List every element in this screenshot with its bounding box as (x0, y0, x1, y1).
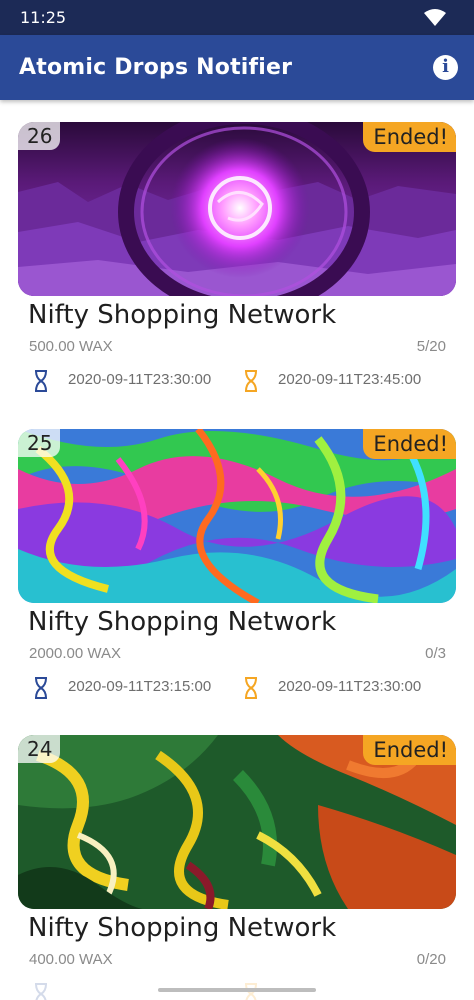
drop-title: Nifty Shopping Network (28, 913, 337, 943)
hourglass-start-icon (35, 370, 47, 392)
drop-number: 25 (18, 429, 61, 457)
drop-price: 2000.00 WAX (29, 645, 121, 662)
drop-image: 24 Ended! (18, 735, 456, 909)
info-button[interactable]: i (433, 55, 458, 80)
drop-time-row: 2020-09-11T23:30:00 2020-09-11T23:45:00 (0, 368, 474, 392)
drop-title: Nifty Shopping Network (28, 300, 337, 330)
drop-number: 26 (18, 122, 61, 150)
drop-claimed-count: 5/20 (416, 338, 446, 355)
drop-image: 26 Ended! (18, 122, 456, 296)
drop-number: 24 (18, 735, 61, 763)
drop-end-time: 2020-09-11T23:30:00 (278, 678, 422, 695)
drop-start-time: 2020-09-11T23:30:00 (68, 371, 212, 388)
hourglass-start-icon (35, 677, 47, 699)
hourglass-end-icon (245, 370, 257, 392)
status-badge: Ended! (363, 429, 456, 459)
drop-price: 500.00 WAX (29, 338, 113, 355)
drop-time-row: 2020-09-11T23:15:00 2020-09-11T23:30:00 (0, 675, 474, 699)
drop-end-time: 2020-09-11T23:45:00 (278, 371, 422, 388)
app-bar: Atomic Drops Notifier i (0, 35, 474, 100)
drop-card[interactable]: 25 Ended! Nifty Shopping Network 2000.00… (0, 407, 474, 713)
drop-card[interactable]: 26 Ended! Nifty Shopping Network 500.00 … (0, 100, 474, 406)
status-badge: Ended! (363, 122, 456, 152)
drop-image: 25 Ended! (18, 429, 456, 603)
status-bar: 11:25 (0, 0, 474, 35)
hourglass-end-icon (245, 677, 257, 699)
drop-title: Nifty Shopping Network (28, 607, 337, 637)
drop-price: 400.00 WAX (29, 951, 113, 968)
drops-list[interactable]: 26 Ended! Nifty Shopping Network 500.00 … (0, 100, 474, 1000)
wifi-icon (424, 9, 446, 26)
status-time: 11:25 (20, 8, 67, 27)
drop-card[interactable]: 24 Ended! Nifty Shopping Network 400.00 … (0, 713, 474, 1000)
drop-start-time: 2020-09-11T23:15:00 (68, 678, 212, 695)
app-title: Atomic Drops Notifier (19, 55, 293, 80)
info-icon: i (442, 56, 449, 77)
home-gesture-handle[interactable] (158, 988, 316, 992)
drop-claimed-count: 0/3 (425, 645, 446, 662)
status-badge: Ended! (363, 735, 456, 765)
drop-claimed-count: 0/20 (416, 951, 446, 968)
